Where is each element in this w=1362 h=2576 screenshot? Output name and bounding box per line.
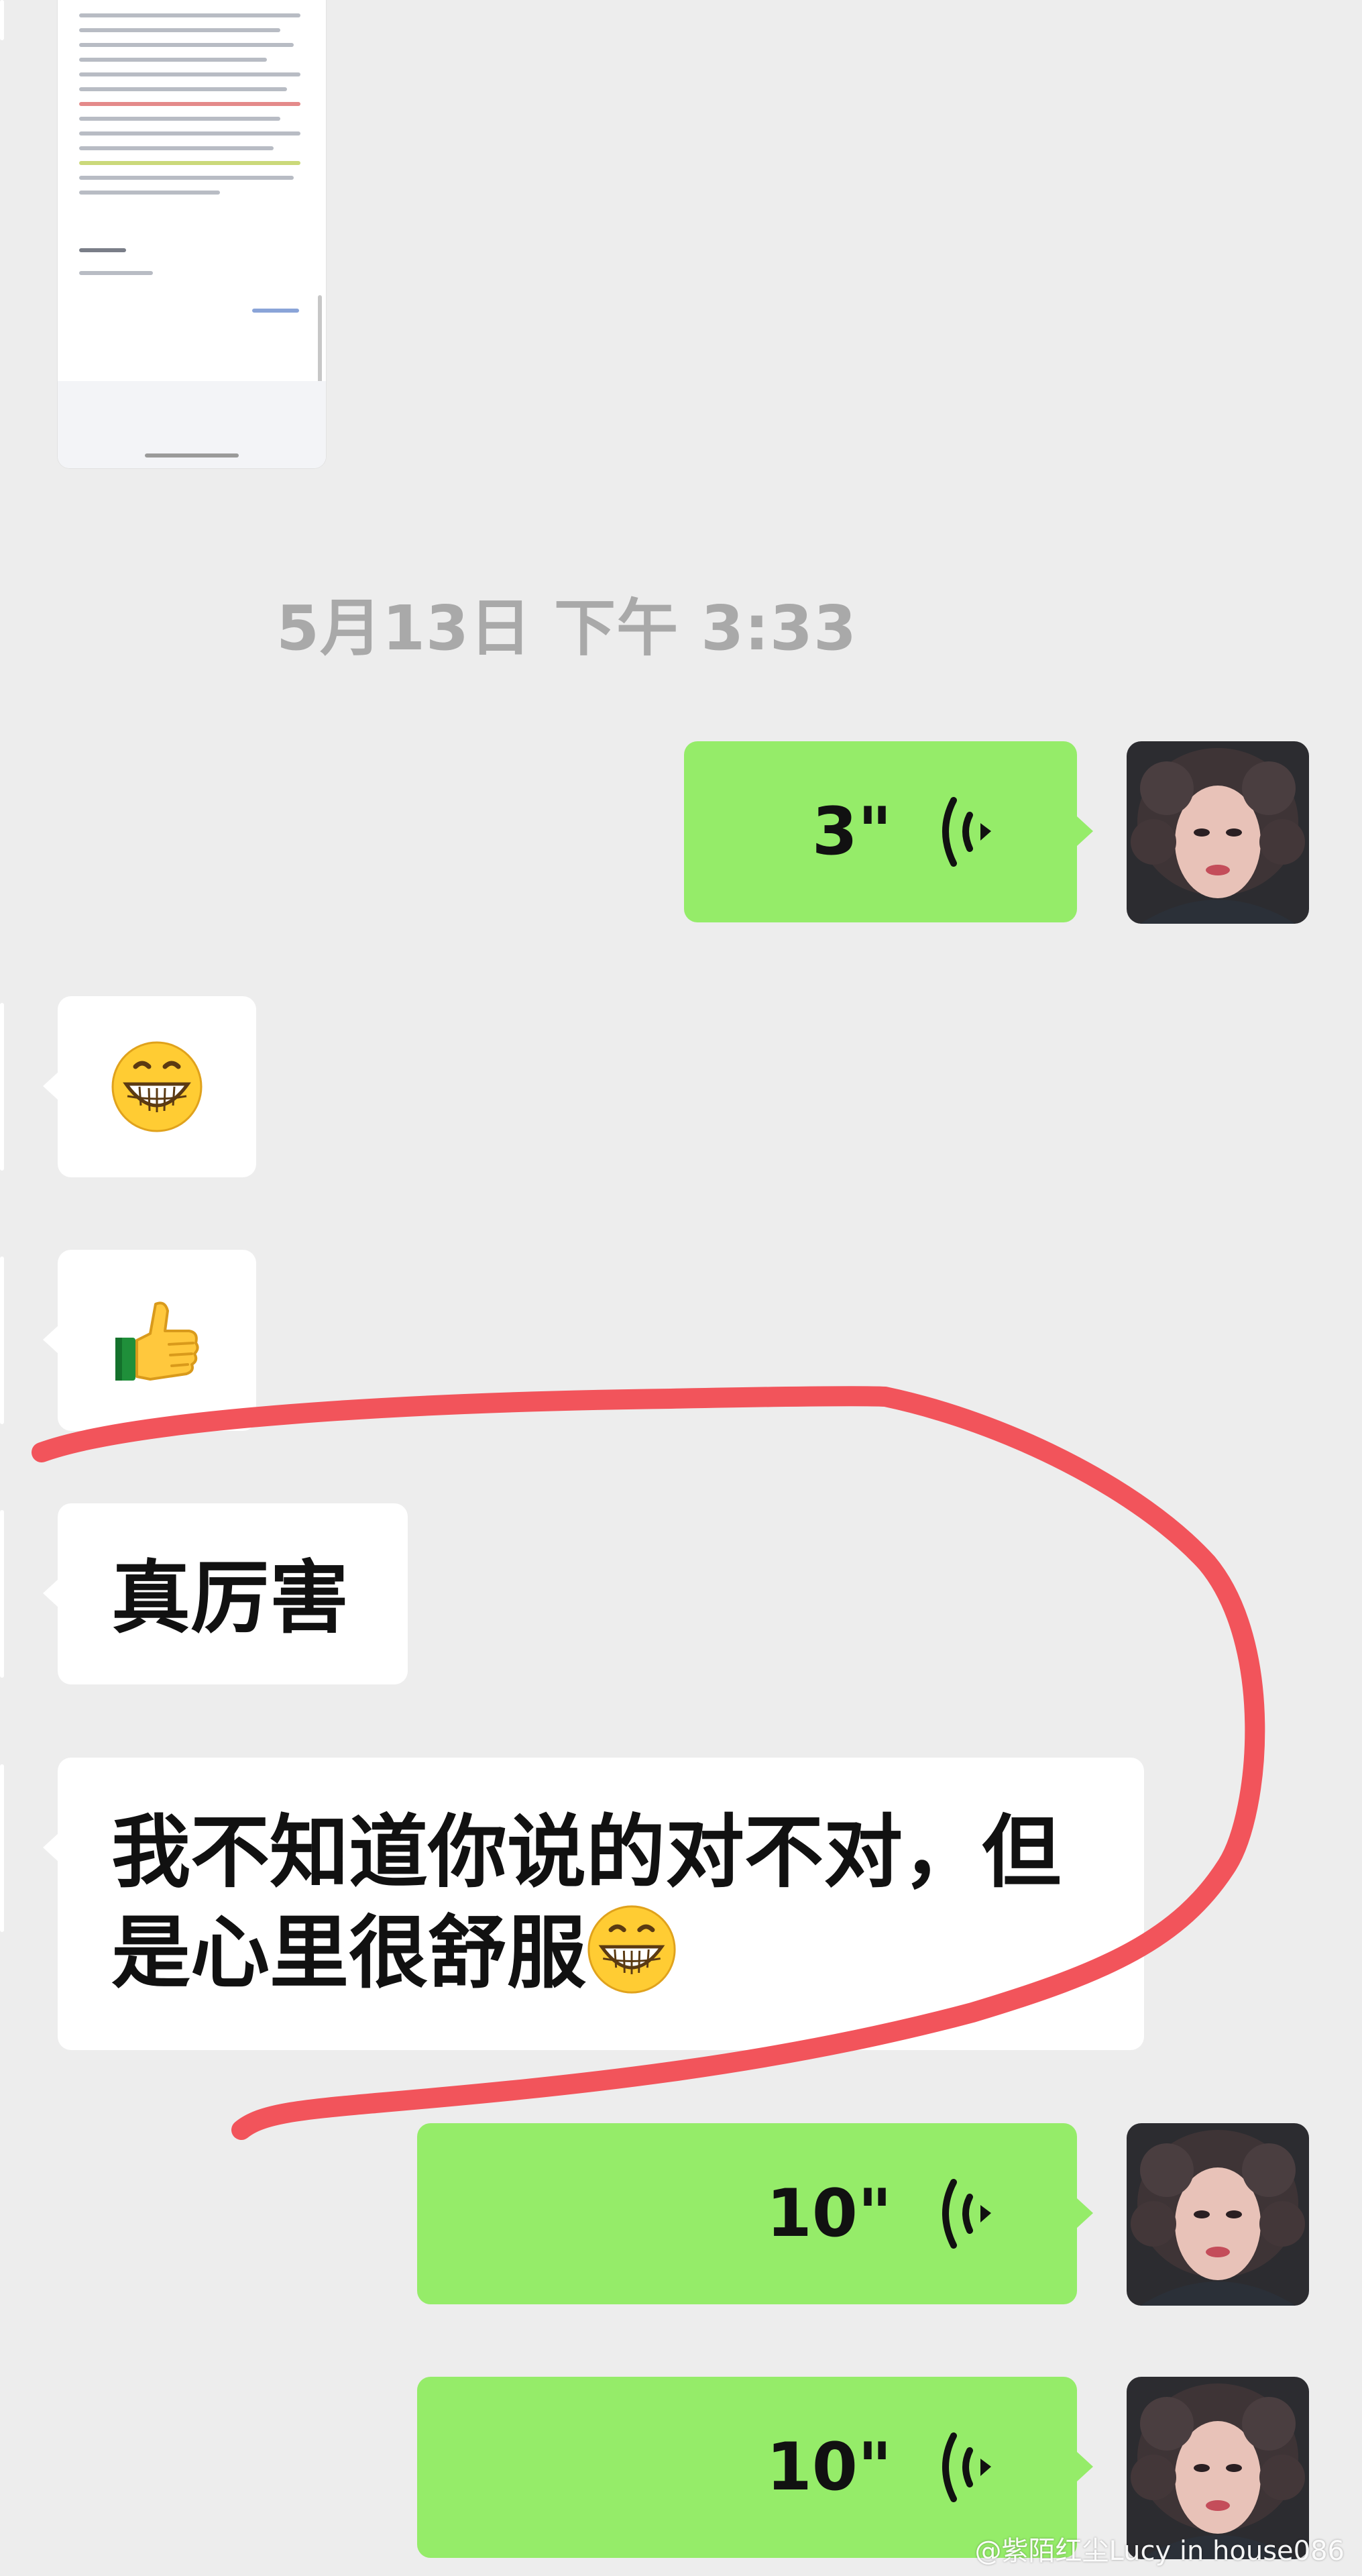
watermark: @紫陌红尘Lucy in house086 <box>974 2536 1345 2567</box>
message-text-line-2: 是心里很舒服 <box>111 1907 587 1999</box>
grinning-face-icon <box>587 1905 676 1994</box>
emoji-message[interactable] <box>43 1250 256 1431</box>
voice-duration: 3" <box>811 794 892 870</box>
message-text: 我不知道你说的对不对，但 是心里很舒服 <box>111 1802 1061 2003</box>
chat-view: 5月13日 下午 3:33 3" 真厉害 我不知道你说的对不对，但 是心里很舒服… <box>0 0 1362 2576</box>
voice-message[interactable]: 10" <box>417 2123 1093 2304</box>
message-timestamp: 5月13日 下午 3:33 <box>276 592 857 664</box>
user-avatar[interactable] <box>1127 2123 1309 2306</box>
voice-wave-icon <box>942 2432 991 2502</box>
text-message[interactable]: 真厉害 <box>43 1503 408 1684</box>
voice-duration: 10" <box>766 2176 892 2252</box>
message-text-line-1: 我不知道你说的对不对，但 <box>111 1806 1062 1898</box>
emoji-message[interactable] <box>43 996 256 1177</box>
user-avatar[interactable] <box>1127 741 1309 924</box>
thumbs-up-icon <box>115 1301 199 1381</box>
grinning-face-icon <box>111 1041 203 1132</box>
voice-wave-icon <box>942 2179 991 2249</box>
message-text: 真厉害 <box>111 1552 349 1644</box>
voice-message[interactable]: 3" <box>684 741 1093 922</box>
voice-duration: 10" <box>766 2429 892 2506</box>
text-message[interactable]: 我不知道你说的对不对，但 是心里很舒服 <box>43 1758 1144 2050</box>
image-message[interactable] <box>58 0 326 468</box>
voice-wave-icon <box>942 797 991 867</box>
